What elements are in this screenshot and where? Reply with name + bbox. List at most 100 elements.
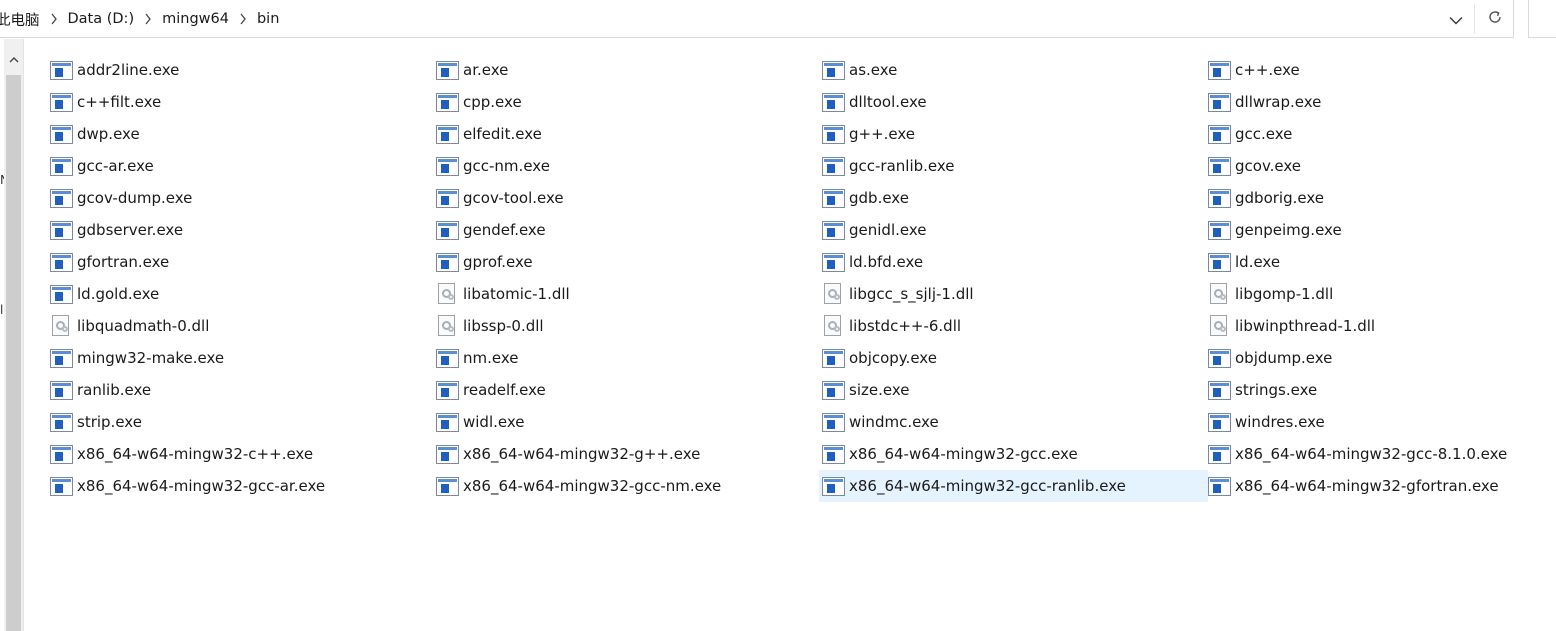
file-item[interactable]: strings.exe xyxy=(1205,374,1528,406)
search-input[interactable] xyxy=(1528,0,1556,38)
breadcrumb-drive[interactable]: Data (D:) xyxy=(62,11,141,27)
file-item[interactable]: widl.exe xyxy=(433,406,822,438)
file-item[interactable]: gdborig.exe xyxy=(1205,182,1528,214)
file-item[interactable]: cpp.exe xyxy=(433,86,822,118)
file-name: dlltool.exe xyxy=(849,93,927,111)
file-item[interactable]: libssp-0.dll xyxy=(433,310,822,342)
file-item[interactable]: gcc-nm.exe xyxy=(433,150,822,182)
exe-file-icon xyxy=(822,252,845,272)
chevron-right-icon[interactable] xyxy=(235,0,251,38)
file-item[interactable]: objdump.exe xyxy=(1205,342,1528,374)
exe-file-icon xyxy=(50,348,73,368)
file-item[interactable]: readelf.exe xyxy=(433,374,822,406)
file-item[interactable]: libatomic-1.dll xyxy=(433,278,822,310)
file-item[interactable]: dllwrap.exe xyxy=(1205,86,1528,118)
file-item[interactable]: genidl.exe xyxy=(819,214,1208,246)
address-history-button[interactable] xyxy=(1440,0,1472,38)
file-item[interactable]: gcc-ranlib.exe xyxy=(819,150,1208,182)
file-item[interactable]: as.exe xyxy=(819,54,1208,86)
file-item[interactable]: objcopy.exe xyxy=(819,342,1208,374)
file-item[interactable]: ld.exe xyxy=(1205,246,1528,278)
file-name: addr2line.exe xyxy=(77,61,180,79)
file-item[interactable]: libquadmath-0.dll xyxy=(47,310,436,342)
file-item[interactable]: nm.exe xyxy=(433,342,822,374)
file-name: gcc-ranlib.exe xyxy=(849,157,955,175)
file-name: dwp.exe xyxy=(77,125,140,143)
file-item[interactable]: ld.gold.exe xyxy=(47,278,436,310)
nav-scrollbar-thumb[interactable] xyxy=(6,75,21,631)
file-item[interactable]: x86_64-w64-mingw32-gcc-nm.exe xyxy=(433,470,822,502)
file-name: g++.exe xyxy=(849,125,916,143)
file-item[interactable]: genpeimg.exe xyxy=(1205,214,1528,246)
exe-file-icon xyxy=(50,188,73,208)
file-item[interactable]: gendef.exe xyxy=(433,214,822,246)
refresh-icon xyxy=(1487,9,1503,29)
file-name: gdb.exe xyxy=(849,189,909,207)
exe-file-icon xyxy=(50,444,73,464)
file-item[interactable]: ld.bfd.exe xyxy=(819,246,1208,278)
file-name: gdbserver.exe xyxy=(77,221,184,239)
file-name: size.exe xyxy=(849,381,910,399)
file-item[interactable]: dlltool.exe xyxy=(819,86,1208,118)
breadcrumb-mingw64[interactable]: mingw64 xyxy=(156,11,235,27)
file-name: libgomp-1.dll xyxy=(1235,285,1334,303)
nav-item-fragment[interactable]: l xyxy=(0,303,4,317)
exe-file-icon xyxy=(1208,188,1231,208)
exe-file-icon xyxy=(50,476,73,496)
file-item[interactable]: elfedit.exe xyxy=(433,118,822,150)
exe-file-icon xyxy=(436,444,459,464)
file-item[interactable]: x86_64-w64-mingw32-gcc-8.1.0.exe xyxy=(1205,438,1528,470)
file-item[interactable]: libgcc_s_sjlj-1.dll xyxy=(819,278,1208,310)
file-item[interactable]: libgomp-1.dll xyxy=(1205,278,1528,310)
file-item[interactable]: gcov-tool.exe xyxy=(433,182,822,214)
file-item[interactable]: c++filt.exe xyxy=(47,86,436,118)
exe-file-icon xyxy=(1208,124,1231,144)
breadcrumb-bin[interactable]: bin xyxy=(251,11,285,27)
file-item[interactable]: gcov.exe xyxy=(1205,150,1528,182)
file-item[interactable]: gdbserver.exe xyxy=(47,214,436,246)
exe-file-icon xyxy=(436,252,459,272)
file-name: x86_64-w64-mingw32-gcc-ranlib.exe xyxy=(849,477,1126,495)
file-item[interactable]: x86_64-w64-mingw32-gcc-ar.exe xyxy=(47,470,436,502)
file-name: cpp.exe xyxy=(463,93,522,111)
file-name: ld.exe xyxy=(1235,253,1281,271)
nav-scroll-up-button[interactable] xyxy=(4,47,23,67)
file-item[interactable]: addr2line.exe xyxy=(47,54,436,86)
breadcrumb-this-pc[interactable]: 此电脑 xyxy=(0,9,46,30)
nav-item-fragment[interactable]: N xyxy=(0,173,4,187)
file-item[interactable]: size.exe xyxy=(819,374,1208,406)
file-item[interactable]: windres.exe xyxy=(1205,406,1528,438)
exe-file-icon xyxy=(1208,220,1231,240)
exe-file-icon xyxy=(436,348,459,368)
file-item[interactable]: ar.exe xyxy=(433,54,822,86)
file-item[interactable]: x86_64-w64-mingw32-gcc.exe xyxy=(819,438,1208,470)
file-item[interactable]: dwp.exe xyxy=(47,118,436,150)
file-item[interactable]: gcc-ar.exe xyxy=(47,150,436,182)
dll-file-icon xyxy=(1210,283,1229,305)
file-item[interactable]: gcov-dump.exe xyxy=(47,182,436,214)
file-item[interactable]: x86_64-w64-mingw32-gfortran.exe xyxy=(1205,470,1528,502)
file-item[interactable]: libstdc++-6.dll xyxy=(819,310,1208,342)
file-item[interactable]: c++.exe xyxy=(1205,54,1528,86)
file-item[interactable]: x86_64-w64-mingw32-c++.exe xyxy=(47,438,436,470)
chevron-right-icon[interactable] xyxy=(46,0,62,38)
file-item[interactable]: x86_64-w64-mingw32-gcc-ranlib.exe xyxy=(819,470,1208,502)
file-item[interactable]: strip.exe xyxy=(47,406,436,438)
file-name: ar.exe xyxy=(463,61,509,79)
file-item[interactable]: libwinpthread-1.dll xyxy=(1205,310,1528,342)
file-item[interactable]: gfortran.exe xyxy=(47,246,436,278)
file-item[interactable]: gprof.exe xyxy=(433,246,822,278)
file-item[interactable]: windmc.exe xyxy=(819,406,1208,438)
refresh-button[interactable] xyxy=(1478,0,1512,38)
file-item[interactable]: mingw32-make.exe xyxy=(47,342,436,374)
file-item[interactable]: ranlib.exe xyxy=(47,374,436,406)
address-bar[interactable]: 此电脑 Data (D:) mingw64 bin xyxy=(0,0,1514,38)
file-name: x86_64-w64-mingw32-gcc-8.1.0.exe xyxy=(1235,445,1508,463)
file-item[interactable]: g++.exe xyxy=(819,118,1208,150)
file-item[interactable]: gdb.exe xyxy=(819,182,1208,214)
file-name: mingw32-make.exe xyxy=(77,349,225,367)
file-item[interactable]: x86_64-w64-mingw32-g++.exe xyxy=(433,438,822,470)
chevron-right-icon[interactable] xyxy=(140,0,156,38)
file-item[interactable]: gcc.exe xyxy=(1205,118,1528,150)
dll-file-icon xyxy=(824,283,843,305)
